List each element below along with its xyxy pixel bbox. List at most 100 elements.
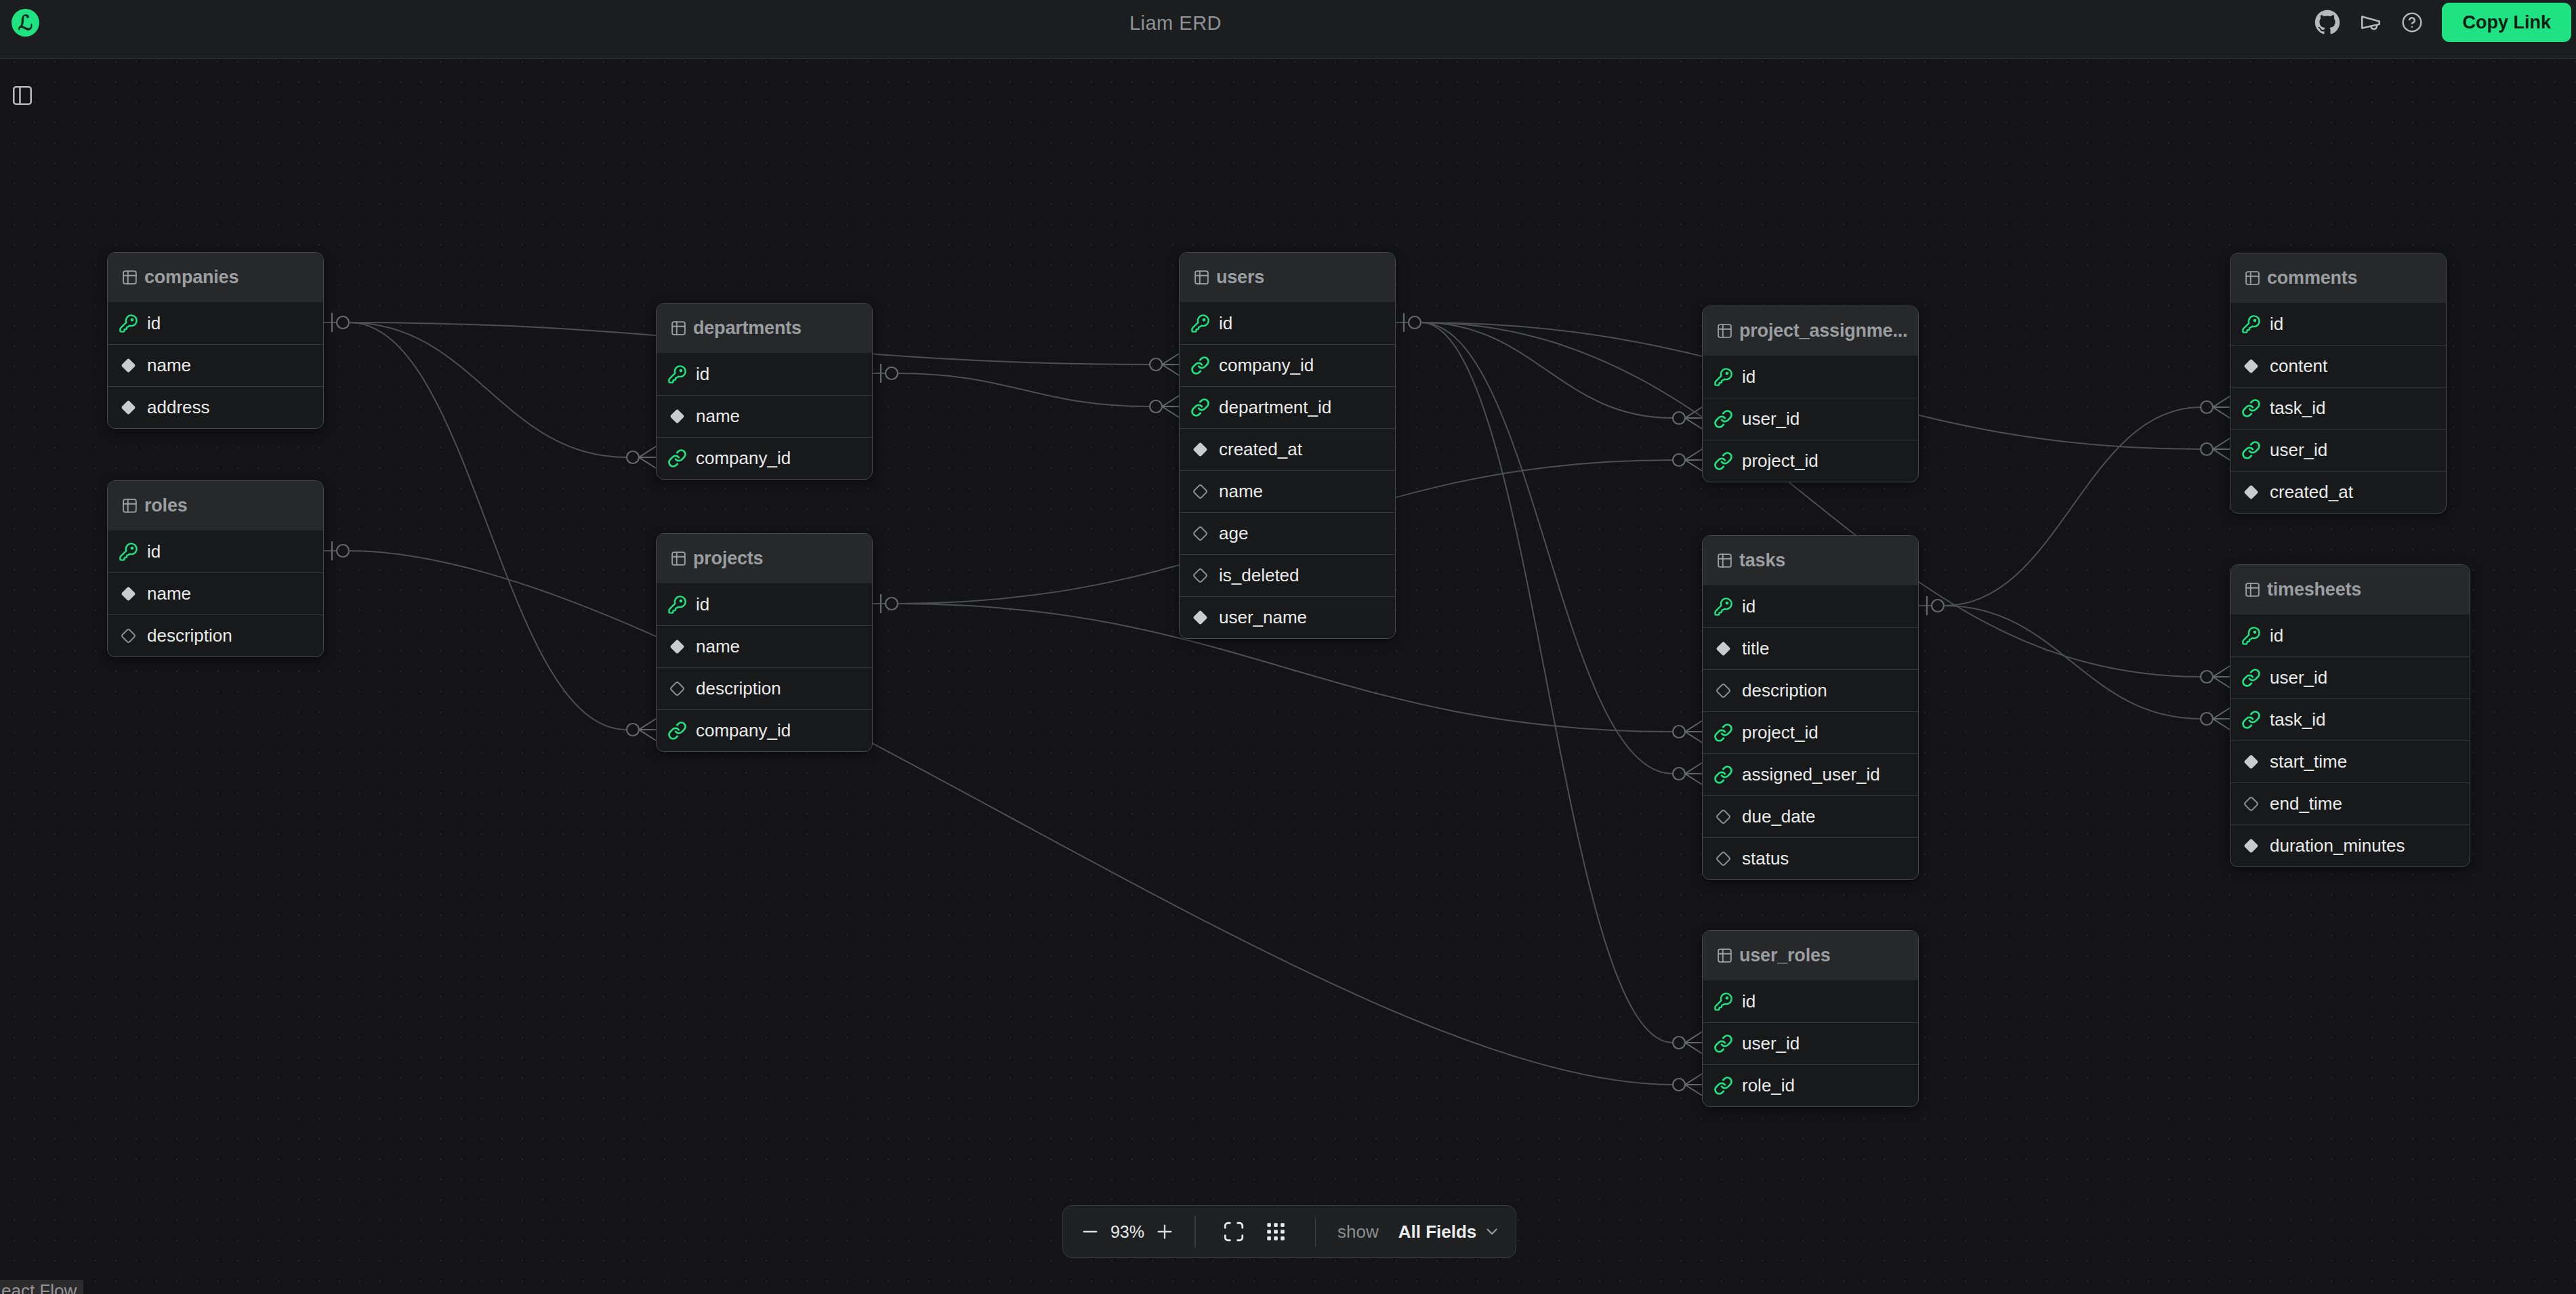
- github-icon[interactable]: [2314, 9, 2340, 35]
- column-row[interactable]: is_deleted: [1180, 554, 1395, 596]
- column-row[interactable]: user_id: [2230, 429, 2446, 471]
- tidy-up-button[interactable]: [1262, 1217, 1289, 1247]
- column-name: status: [1742, 848, 1789, 869]
- column-row[interactable]: id: [108, 302, 323, 344]
- column-row[interactable]: task_id: [2230, 387, 2446, 429]
- zoom-in-button[interactable]: [1152, 1217, 1177, 1247]
- fields-filter-value[interactable]: All Fields: [1398, 1222, 1477, 1243]
- primary-key-icon: [1190, 314, 1210, 333]
- column-row[interactable]: id: [1703, 585, 1918, 627]
- column-row[interactable]: name: [657, 395, 872, 437]
- column-row[interactable]: project_id: [1703, 711, 1918, 753]
- table-comments[interactable]: commentsidcontent task_id user_idcreated_a…: [2230, 253, 2447, 514]
- zoom-out-button[interactable]: [1078, 1217, 1102, 1247]
- column-row[interactable]: address: [108, 386, 323, 428]
- column-row[interactable]: id: [108, 530, 323, 572]
- column-row[interactable]: id: [2230, 303, 2446, 345]
- top-bar: ℒ Liam ERD Copy Link: [0, 0, 2576, 59]
- table-project_assignments[interactable]: project_assignme...iduser_idproject_id: [1702, 306, 1919, 482]
- column-row[interactable]: project_id: [1703, 440, 1918, 482]
- column-name: user_id: [2270, 667, 2327, 688]
- column-row[interactable]: created_at: [1180, 428, 1395, 470]
- not-null-icon: [2241, 752, 2261, 772]
- column-row[interactable]: name: [108, 572, 323, 614]
- table-header[interactable]: timesheets: [2230, 565, 2470, 614]
- column-name: id: [1742, 596, 1756, 617]
- column-row[interactable]: id: [1703, 980, 1918, 1022]
- fit-view-button[interactable]: [1220, 1217, 1247, 1247]
- table-header[interactable]: users: [1180, 253, 1395, 302]
- column-row[interactable]: age: [1180, 512, 1395, 554]
- foreign-key-icon: [1713, 409, 1733, 429]
- not-null-icon: [119, 398, 138, 417]
- column-row[interactable]: company_id: [1180, 344, 1395, 386]
- column-row[interactable]: task_id: [2230, 698, 2470, 740]
- app-title: Liam ERD: [1129, 12, 1222, 35]
- help-icon[interactable]: [2401, 12, 2423, 33]
- table-departments[interactable]: departmentsidname company_id: [656, 303, 873, 480]
- column-row[interactable]: user_id: [1703, 1022, 1918, 1064]
- column-row[interactable]: description: [1703, 669, 1918, 711]
- column-row[interactable]: user_id: [2230, 656, 2470, 698]
- table-header[interactable]: departments: [657, 304, 872, 353]
- table-header[interactable]: projects: [657, 534, 872, 583]
- table-name: users: [1216, 267, 1264, 288]
- not-null-icon: [2241, 356, 2261, 376]
- sidebar-toggle-icon[interactable]: [11, 84, 34, 107]
- column-row[interactable]: user_id: [1703, 398, 1918, 440]
- show-label: show: [1337, 1222, 1379, 1243]
- column-name: title: [1742, 638, 1769, 659]
- column-row[interactable]: name: [1180, 470, 1395, 512]
- column-row[interactable]: id: [1180, 302, 1395, 344]
- column-name: task_id: [2270, 398, 2325, 419]
- primary-key-icon: [1713, 367, 1733, 387]
- column-row[interactable]: company_id: [657, 437, 872, 479]
- announcements-icon[interactable]: [2359, 11, 2382, 34]
- column-row[interactable]: company_id: [657, 709, 872, 751]
- column-row[interactable]: end_time: [2230, 782, 2470, 825]
- liam-logo[interactable]: ℒ: [12, 9, 39, 37]
- primary-key-icon: [1713, 992, 1733, 1011]
- table-projects[interactable]: projectsidnamedescriptioncompany_id: [656, 533, 873, 752]
- table-header[interactable]: companies: [108, 253, 323, 302]
- primary-key-icon: [667, 595, 687, 614]
- foreign-key-icon: [1190, 356, 1210, 375]
- column-row[interactable]: id: [657, 583, 872, 625]
- column-row[interactable]: status: [1703, 837, 1918, 879]
- column-row[interactable]: department_id: [1180, 386, 1395, 428]
- column-row[interactable]: name: [657, 625, 872, 667]
- copy-link-button[interactable]: Copy Link: [2442, 3, 2571, 42]
- column-row[interactable]: user_name: [1180, 596, 1395, 638]
- column-row[interactable]: assigned_user_id: [1703, 753, 1918, 795]
- column-row[interactable]: id: [657, 353, 872, 395]
- column-row[interactable]: title: [1703, 627, 1918, 669]
- column-row[interactable]: content: [2230, 345, 2446, 387]
- table-timesheets[interactable]: timesheetsid user_id task_idstart_timeend_…: [2230, 564, 2470, 867]
- column-row[interactable]: description: [657, 667, 872, 709]
- table-users[interactable]: users idcompany_iddepartment_id created_at…: [1179, 252, 1396, 639]
- table-roles[interactable]: rolesid name description: [107, 480, 324, 657]
- column-name: name: [147, 583, 191, 604]
- column-row[interactable]: id: [1703, 356, 1918, 398]
- column-row[interactable]: due_date: [1703, 795, 1918, 837]
- column-row[interactable]: role_id: [1703, 1064, 1918, 1106]
- column-name: created_at: [1219, 439, 1302, 460]
- column-row[interactable]: id: [2230, 614, 2470, 656]
- table-header[interactable]: tasks: [1703, 536, 1918, 585]
- foreign-key-icon: [2241, 440, 2261, 460]
- table-tasks[interactable]: tasks id title descriptionproject_idassigne…: [1702, 535, 1919, 880]
- column-row[interactable]: name: [108, 344, 323, 386]
- column-row[interactable]: created_at: [2230, 471, 2446, 513]
- column-row[interactable]: description: [108, 614, 323, 656]
- table-header[interactable]: roles: [108, 481, 323, 530]
- table-header[interactable]: project_assignme...: [1703, 306, 1918, 356]
- table-user_roles[interactable]: user_rolesiduser_idrole_id: [1702, 930, 1919, 1107]
- column-row[interactable]: duration_minutes: [2230, 825, 2470, 867]
- column-name: company_id: [696, 448, 791, 469]
- table-icon: [1716, 322, 1733, 339]
- table-companies[interactable]: companiesidnameaddress: [107, 252, 324, 429]
- table-header[interactable]: user_roles: [1703, 931, 1918, 980]
- table-header[interactable]: comments: [2230, 253, 2446, 303]
- chevron-down-icon[interactable]: [1483, 1223, 1501, 1240]
- column-row[interactable]: start_time: [2230, 740, 2470, 782]
